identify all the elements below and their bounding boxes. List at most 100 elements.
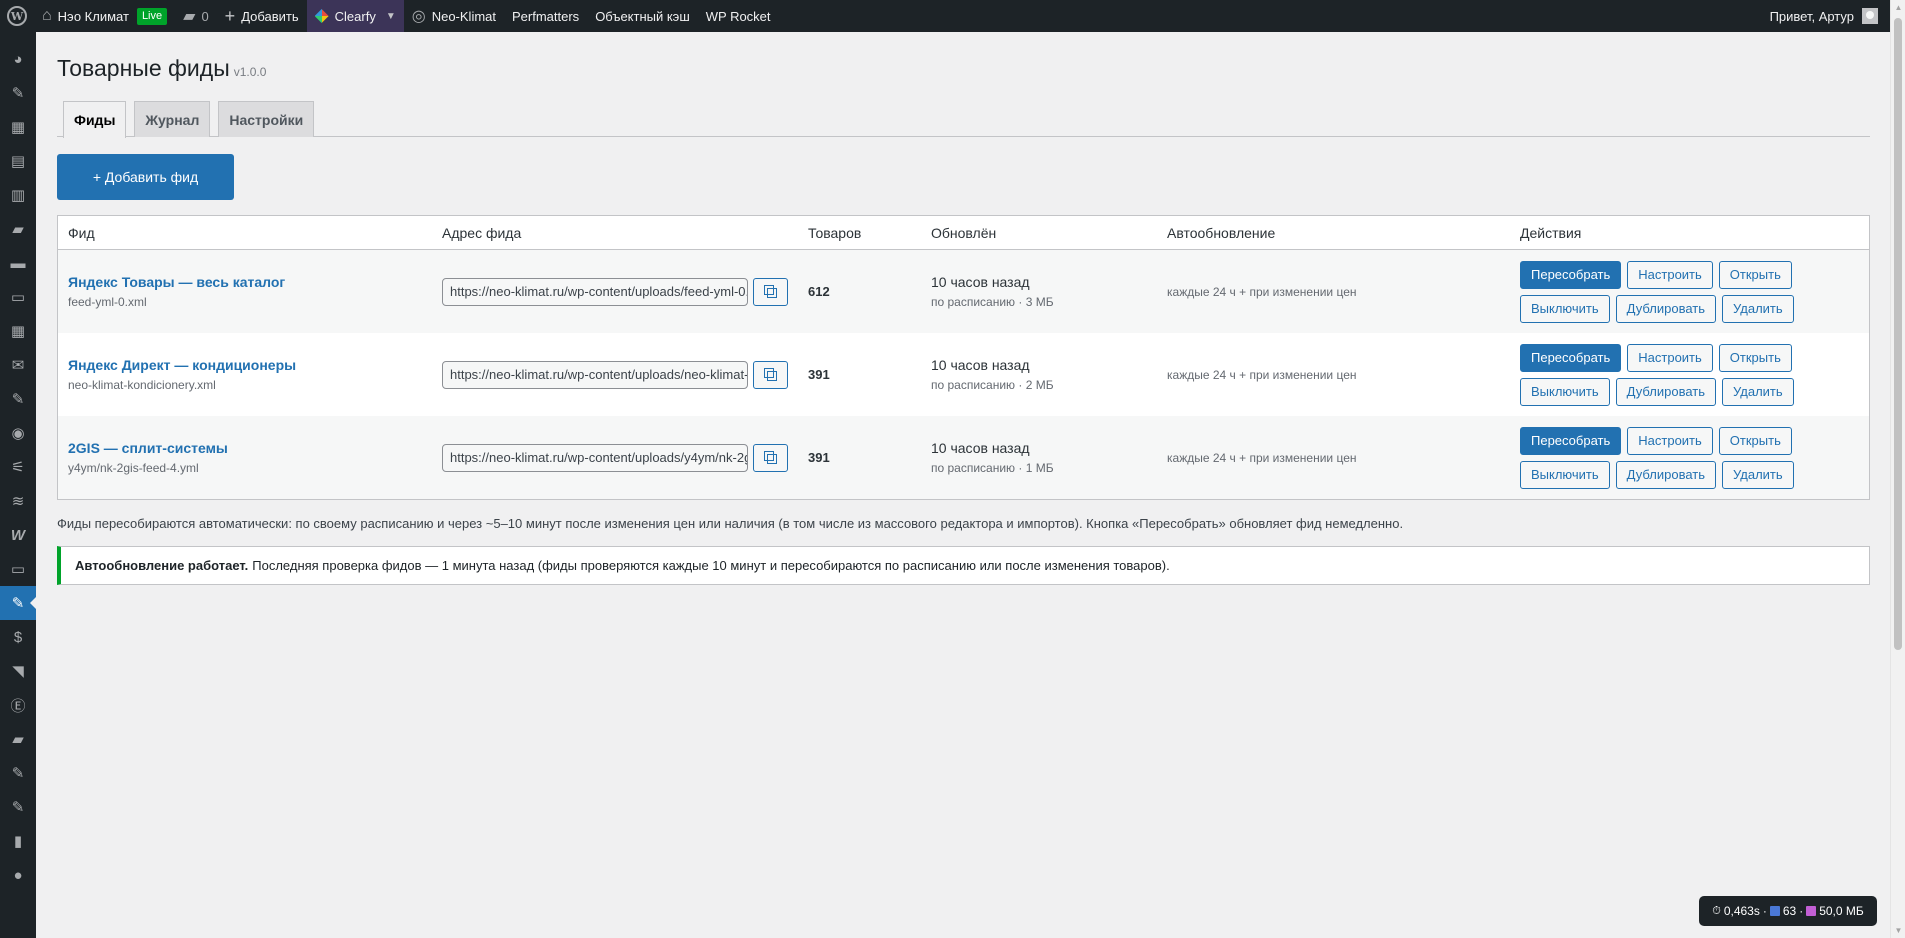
- perf-separator: ·: [1799, 904, 1804, 918]
- disable-button[interactable]: Выключить: [1520, 460, 1610, 489]
- performance-widget[interactable]: ⏱ 0,463s · 63 · 50,0 МБ: [1699, 896, 1877, 926]
- blocks-icon[interactable]: ▦: [0, 314, 36, 348]
- feed-name-link[interactable]: Яндекс Товары — весь каталог: [68, 272, 432, 292]
- scroll-down-icon[interactable]: ▼: [1891, 923, 1905, 938]
- tab-settings[interactable]: Настройки: [218, 101, 315, 137]
- pages-icon[interactable]: ▤: [0, 144, 36, 178]
- configure-button[interactable]: Настроить: [1627, 343, 1713, 372]
- feed-url-field[interactable]: https://neo-klimat.ru/wp-content/uploads…: [442, 360, 748, 389]
- perfmatters-menu[interactable]: Perfmatters: [504, 0, 587, 32]
- comment-icon: ▰: [183, 8, 196, 25]
- add-feed-button[interactable]: + Добавить фид: [57, 154, 234, 200]
- scrollbar-thumb[interactable]: [1894, 18, 1902, 650]
- users-icon[interactable]: ●: [0, 858, 36, 892]
- autoupdate-text: каждые 24 ч + при изменении цен: [1167, 450, 1357, 465]
- copy-icon: [763, 284, 777, 298]
- duplicate-button[interactable]: Дублировать: [1615, 294, 1717, 323]
- clearfy-menu[interactable]: Clearfy ▼: [306, 0, 404, 32]
- elementor-icon[interactable]: Ⓔ: [0, 688, 36, 722]
- comments-icon[interactable]: ▰: [0, 212, 36, 246]
- col-feed-header: Фид: [68, 224, 95, 241]
- pin-icon[interactable]: ✎: [0, 76, 36, 110]
- memory-icon: [1806, 906, 1817, 916]
- updated-details: по расписанию · 1 МБ: [931, 460, 1054, 475]
- autoupdate-notice: Автообновление работает. Последняя прове…: [57, 546, 1870, 585]
- feed-name-link[interactable]: Яндекс Директ — кондиционеры: [68, 355, 432, 375]
- feed-file: neo-klimat-kondicionery.xml: [68, 377, 216, 392]
- folder-icon[interactable]: ▰: [0, 722, 36, 756]
- rebuild-button[interactable]: Пересобрать: [1520, 260, 1622, 289]
- open-button[interactable]: Открыть: [1718, 343, 1792, 372]
- wordpress-icon: W: [7, 6, 27, 26]
- object-cache-menu[interactable]: Объектный кэш: [587, 0, 698, 32]
- perf-queries: 63: [1782, 904, 1797, 918]
- queries-icon: [1769, 906, 1780, 916]
- products-count: 612: [808, 284, 830, 299]
- delete-button[interactable]: Удалить: [1722, 294, 1794, 323]
- wordpress-logo-menu[interactable]: W: [0, 0, 34, 32]
- notice-title: Автообновление работает.: [75, 558, 249, 573]
- marketing-icon[interactable]: ◥: [0, 654, 36, 688]
- perf-time: 0,463s: [1723, 904, 1760, 918]
- table-row: Яндекс Директ — кондиционеры neo-klimat-…: [58, 333, 1869, 416]
- configure-button[interactable]: Настроить: [1627, 426, 1713, 455]
- updated-time: 10 часов назад: [931, 439, 1030, 456]
- tools2-icon[interactable]: ✎: [0, 756, 36, 790]
- admin-sidebar: ◕ ✎ ▦ ▤ ▥ ▰ ▬ ▭ ▦ ✉ ✎ ◉ ⚟ ≋ W ▭ ✎ $ ◥ Ⓔ …: [0, 32, 36, 938]
- rebuild-button[interactable]: Пересобрать: [1520, 426, 1622, 455]
- calendar-icon[interactable]: ▭: [0, 280, 36, 314]
- configure-button[interactable]: Настроить: [1627, 260, 1713, 289]
- appearance-icon[interactable]: ◉: [0, 416, 36, 450]
- disable-button[interactable]: Выключить: [1520, 377, 1610, 406]
- page-scrollbar[interactable]: ▲ ▼: [1890, 0, 1905, 938]
- open-button[interactable]: Открыть: [1718, 260, 1792, 289]
- forms-icon[interactable]: ▥: [0, 178, 36, 212]
- rebuild-button[interactable]: Пересобрать: [1520, 343, 1622, 372]
- copy-icon: [763, 450, 777, 464]
- delete-button[interactable]: Удалить: [1722, 377, 1794, 406]
- row-actions: Пересобрать Настроить Открыть Выключить …: [1510, 343, 1869, 406]
- clearfy-label: Clearfy: [334, 8, 376, 24]
- new-content-menu[interactable]: + Добавить: [217, 0, 307, 32]
- tab-feeds[interactable]: Фиды: [63, 101, 127, 138]
- copy-url-button[interactable]: [753, 360, 788, 389]
- delete-button[interactable]: Удалить: [1722, 460, 1794, 489]
- mail-icon[interactable]: ✉: [0, 348, 36, 382]
- my-account-menu[interactable]: Привет, Артур: [1762, 0, 1890, 32]
- feed-url-field[interactable]: https://neo-klimat.ru/wp-content/uploads…: [442, 277, 748, 306]
- version-label: v1.0.0: [233, 65, 267, 79]
- duplicate-button[interactable]: Дублировать: [1615, 460, 1717, 489]
- avatar: [1862, 8, 1878, 24]
- dashboard-icon[interactable]: ◕: [0, 42, 36, 76]
- col-actions-header: Действия: [1520, 224, 1582, 241]
- wp-rocket-menu[interactable]: WP Rocket: [698, 0, 779, 32]
- media-icon[interactable]: ▦: [0, 110, 36, 144]
- woo-icon[interactable]: W: [0, 518, 36, 552]
- copy-url-button[interactable]: [753, 443, 788, 472]
- site-name-menu[interactable]: ⌂ Нэо Климат Live: [34, 0, 175, 32]
- duplicate-button[interactable]: Дублировать: [1615, 377, 1717, 406]
- templates-icon[interactable]: ▮: [0, 824, 36, 858]
- tab-journal[interactable]: Журнал: [134, 101, 211, 137]
- copy-url-button[interactable]: [753, 277, 788, 306]
- products-count: 391: [808, 450, 830, 465]
- feed-name-link[interactable]: 2GIS — сплит-системы: [68, 438, 432, 458]
- neo-klimat-menu[interactable]: ◎ Neo-Klimat: [404, 0, 504, 32]
- perfmatters-label: Perfmatters: [512, 8, 580, 24]
- comments-menu[interactable]: ▰ 0: [175, 0, 217, 32]
- copy-icon: [763, 367, 777, 381]
- scroll-up-icon[interactable]: ▲: [1891, 0, 1905, 15]
- layers-icon[interactable]: ≋: [0, 484, 36, 518]
- plugins-icon[interactable]: ✎: [0, 790, 36, 824]
- feed-url-field[interactable]: https://neo-klimat.ru/wp-content/uploads…: [442, 443, 748, 472]
- dollar-icon[interactable]: $: [0, 620, 36, 654]
- feeds-icon[interactable]: ✎: [0, 586, 36, 620]
- wp-rocket-label: WP Rocket: [705, 8, 771, 24]
- products-icon[interactable]: ▭: [0, 552, 36, 586]
- disable-button[interactable]: Выключить: [1520, 294, 1610, 323]
- auto-rebuild-note: Фиды пересобираются автоматически: по св…: [57, 516, 1404, 531]
- tools-icon[interactable]: ▬: [0, 246, 36, 280]
- open-button[interactable]: Открыть: [1718, 426, 1792, 455]
- pin2-icon[interactable]: ✎: [0, 382, 36, 416]
- settings-sliders-icon[interactable]: ⚟: [0, 450, 36, 484]
